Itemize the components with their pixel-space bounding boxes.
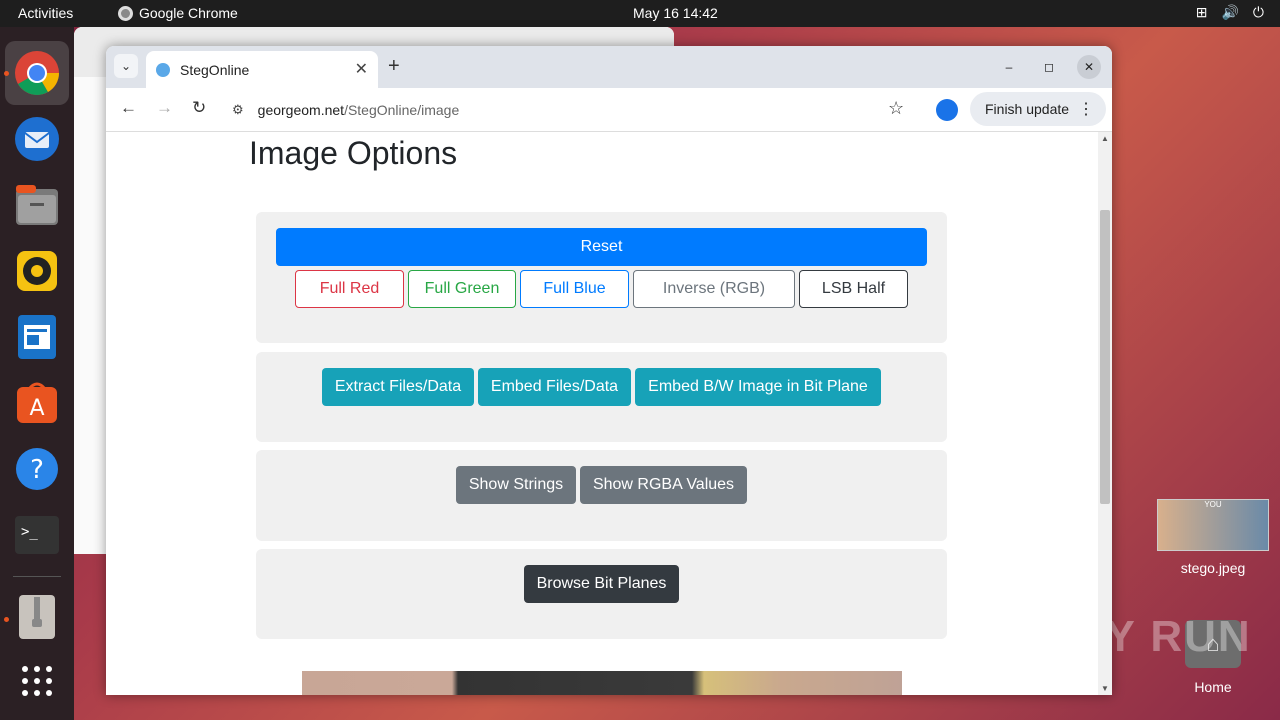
- app-center-icon: A: [17, 382, 57, 423]
- app-name: Google Chrome: [139, 5, 238, 21]
- libreoffice-impress-icon: [18, 315, 56, 359]
- scrollbar-thumb[interactable]: [1100, 210, 1110, 504]
- dock: A ? >_: [0, 27, 74, 720]
- profile-avatar-icon[interactable]: [936, 99, 958, 121]
- archive-icon: [19, 595, 55, 639]
- app-grid-icon: [22, 666, 52, 696]
- full-green-button[interactable]: Full Green: [408, 270, 516, 308]
- dock-files[interactable]: [13, 181, 61, 229]
- maximize-button[interactable]: ◻: [1037, 55, 1061, 79]
- thumbnail-text: YOU: [1204, 500, 1222, 509]
- volume-icon: 🔊: [1221, 4, 1239, 20]
- running-indicator: [4, 71, 9, 76]
- favicon-icon: [156, 62, 170, 77]
- running-indicator: [4, 617, 9, 622]
- chrome-icon: [118, 5, 133, 21]
- browse-bit-planes-button[interactable]: Browse Bit Planes: [524, 565, 679, 603]
- embed-extract-panel: Extract Files/Data Embed Files/Data Embe…: [256, 352, 947, 442]
- close-window-button[interactable]: ✕: [1077, 55, 1101, 79]
- page-scrollbar[interactable]: ▲ ▼: [1098, 132, 1112, 695]
- bit-planes-panel: Browse Bit Planes: [256, 549, 947, 639]
- new-tab-button[interactable]: +: [388, 55, 400, 78]
- desktop-file-label: stego.jpeg: [1180, 560, 1246, 576]
- dock-rhythmbox[interactable]: [13, 247, 61, 295]
- analysis-panel: Show Strings Show RGBA Values: [256, 450, 947, 541]
- back-arrow-icon[interactable]: ←: [120, 98, 137, 118]
- svg-text:A: A: [29, 396, 44, 421]
- files-icon: [16, 185, 58, 225]
- svg-text:>_: >_: [21, 524, 38, 540]
- image-thumbnail: YOU: [1157, 499, 1269, 551]
- clock[interactable]: May 16 14:42: [633, 5, 718, 21]
- tab-strip: ⌄ StegOnline ✕ + – ◻ ✕: [106, 46, 1112, 88]
- embed-bw-image-button[interactable]: Embed B/W Image in Bit Plane: [635, 368, 881, 406]
- network-icon: ⊞: [1195, 4, 1208, 20]
- address-bar[interactable]: ⚙ georgeom.net/StegOnline/image: [224, 92, 920, 128]
- extract-files-button[interactable]: Extract Files/Data: [322, 368, 474, 406]
- show-rgba-button[interactable]: Show RGBA Values: [580, 466, 747, 504]
- lsb-half-button[interactable]: LSB Half: [799, 270, 908, 308]
- dock-separator: [13, 576, 61, 577]
- gnome-top-bar: Activities Google Chrome May 16 14:42 ⊞ …: [0, 0, 1280, 27]
- reload-icon[interactable]: ↻: [192, 98, 206, 118]
- dock-app-center[interactable]: A: [13, 379, 61, 427]
- browser-toolbar: ← → ↻ ⚙ georgeom.net/StegOnline/image ☆ …: [106, 88, 1112, 132]
- tab-title: StegOnline: [180, 61, 250, 78]
- tab-search-button[interactable]: ⌄: [114, 54, 138, 78]
- dock-chrome[interactable]: [5, 41, 69, 105]
- minimize-button[interactable]: –: [997, 55, 1021, 79]
- inverse-rgb-button[interactable]: Inverse (RGB): [633, 270, 795, 308]
- tab-stegonline[interactable]: StegOnline ✕: [146, 51, 378, 88]
- dock-archive-manager[interactable]: [13, 593, 61, 641]
- full-red-button[interactable]: Full Red: [295, 270, 404, 308]
- dock-libreoffice-impress[interactable]: [13, 313, 61, 361]
- forward-arrow-icon[interactable]: →: [156, 98, 173, 118]
- terminal-icon: >_: [15, 516, 59, 554]
- chrome-window: ⌄ StegOnline ✕ + – ◻ ✕ ← → ↻ ⚙ georgeom.…: [106, 46, 1112, 695]
- dock-help[interactable]: ?: [13, 445, 61, 493]
- page-viewport: Image Options Reset Full Red Full Green …: [106, 132, 1098, 695]
- color-options-panel: Reset Full Red Full Green Full Blue Inve…: [256, 212, 947, 343]
- site-info-icon[interactable]: ⚙: [232, 102, 244, 118]
- power-icon: ⏻: [1252, 4, 1264, 20]
- embed-files-button[interactable]: Embed Files/Data: [478, 368, 631, 406]
- kebab-menu-icon[interactable]: ⋮: [1078, 99, 1094, 119]
- url-path: /StegOnline/image: [344, 102, 460, 118]
- chrome-icon: [15, 51, 59, 95]
- full-blue-button[interactable]: Full Blue: [520, 270, 629, 308]
- url-host: georgeom.net: [257, 102, 345, 118]
- thunderbird-icon: [15, 117, 59, 161]
- dock-terminal[interactable]: >_: [13, 511, 61, 559]
- image-preview: [302, 671, 902, 695]
- app-menu[interactable]: Google Chrome: [118, 5, 238, 21]
- desktop-home-label: Home: [1194, 679, 1232, 695]
- reset-button[interactable]: Reset: [276, 228, 927, 266]
- desktop-file-stego[interactable]: YOU stego.jpeg: [1157, 499, 1269, 576]
- dock-thunderbird[interactable]: [13, 115, 61, 163]
- finish-update-button[interactable]: Finish update ⋮: [970, 92, 1106, 126]
- rhythmbox-icon: [17, 251, 57, 291]
- page-title: Image Options: [249, 135, 458, 171]
- activities-button[interactable]: Activities: [18, 5, 73, 21]
- svg-text:?: ?: [30, 455, 44, 485]
- bookmark-star-icon[interactable]: ☆: [888, 98, 904, 119]
- help-icon: ?: [16, 448, 58, 490]
- scroll-up-icon[interactable]: ▲: [1101, 134, 1109, 143]
- finish-update-label: Finish update: [985, 101, 1070, 117]
- close-tab-icon[interactable]: ✕: [355, 59, 368, 79]
- show-strings-button[interactable]: Show Strings: [456, 466, 576, 504]
- chevron-down-icon: ⌄: [120, 59, 132, 73]
- scroll-down-icon[interactable]: ▼: [1101, 684, 1109, 693]
- show-apps-button[interactable]: [13, 657, 61, 705]
- system-tray[interactable]: ⊞ 🔊 ⏻: [1196, 4, 1264, 21]
